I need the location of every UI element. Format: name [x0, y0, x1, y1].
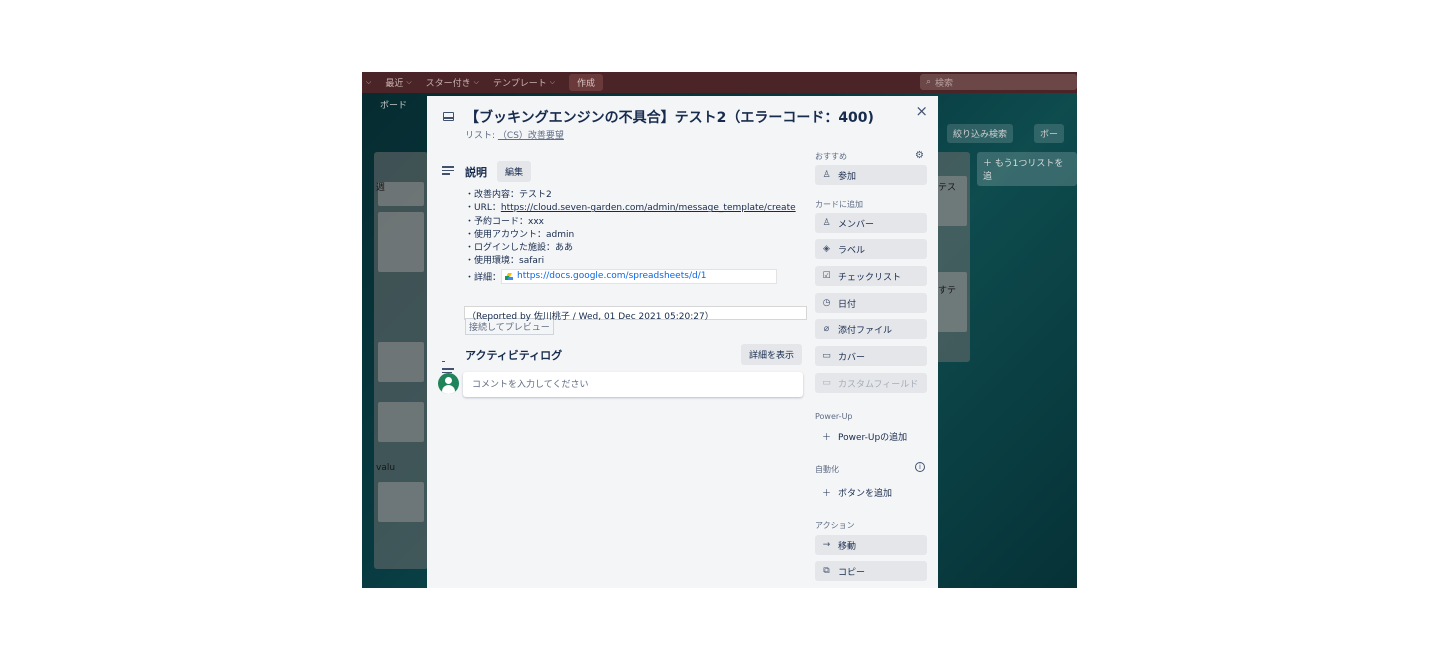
desc-line-detail: ・詳細： https://docs.google.com/spreadsheets…: [465, 268, 796, 285]
top-nav-bar: ⌵ 最近 ⌵ スター付き ⌵ テンプレート ⌵ 作成 ⌕ 検索: [362, 72, 1077, 93]
desc-line: ・使用環境：safari: [465, 256, 545, 267]
search-box[interactable]: ⌕ 検索: [920, 74, 1077, 90]
arrow-right-icon: →: [822, 540, 831, 550]
automation-heading: 自動化: [815, 465, 839, 474]
comment-input[interactable]: [463, 372, 803, 397]
gear-icon[interactable]: ⚙: [915, 150, 924, 161]
tag-icon: ◈: [823, 244, 830, 254]
description-icon: [442, 166, 454, 176]
add-powerup-button[interactable]: ＋ Power-Upの追加: [815, 426, 927, 446]
members-button[interactable]: ♙ メンバー: [815, 213, 927, 233]
copy-icon: ⧉: [823, 566, 830, 576]
show-details-button[interactable]: 詳細を表示: [741, 344, 803, 365]
dates-button[interactable]: ◷ 日付: [815, 293, 927, 313]
card-title[interactable]: 【ブッキングエンジンの不具合】テスト2（エラーコード：400): [465, 107, 874, 127]
cover-button[interactable]: ▭ カバー: [815, 346, 927, 366]
reported-by-text: （Reported by 佐川桃子 / Wed, 01 Dec 2021 05:…: [467, 312, 714, 322]
nav-menu-templates[interactable]: テンプレート ⌵: [493, 76, 555, 89]
custom-fields-button: ▭ カスタムフィールド: [815, 373, 927, 393]
search-icon: ⌕: [926, 77, 932, 87]
description-body[interactable]: ・改善内容：テスト2 ・URL：https://cloud.seven-gard…: [465, 189, 796, 285]
custom-field-icon: ▭: [822, 378, 831, 388]
paperclip-icon: ⌀: [823, 324, 830, 334]
copy-button[interactable]: ⧉ コピー: [815, 561, 927, 581]
activity-heading: アクティビティログ: [465, 349, 563, 362]
nav-menu-starred[interactable]: スター付き ⌵: [426, 76, 479, 89]
powerup-heading: Power-Up: [815, 412, 853, 421]
labels-button[interactable]: ◈ ラベル: [815, 239, 927, 259]
suggested-heading: おすすめ: [815, 152, 847, 161]
user-icon: ♙: [822, 218, 831, 228]
add-list-button[interactable]: ＋ もう1つリストを追: [977, 152, 1077, 186]
checkbox-icon: ☑: [822, 271, 831, 281]
card-list-info: リスト: （CS）改善要望: [465, 131, 564, 141]
nav-menu-recent[interactable]: ⌵: [366, 78, 371, 87]
board-menu-button[interactable]: ボー: [1034, 124, 1065, 143]
join-button[interactable]: ♙ 参加: [815, 165, 927, 185]
add-to-card-heading: カードに追加: [815, 200, 863, 209]
desc-line: ・ログインした施設：ああ: [465, 243, 574, 254]
card-icon: [443, 112, 454, 121]
google-doc-link[interactable]: https://docs.google.com/spreadsheets/d/1: [501, 268, 778, 285]
checklist-button[interactable]: ☑ チェックリスト: [815, 266, 927, 286]
url-link[interactable]: https://cloud.seven-garden.com/admin/mes…: [501, 203, 796, 213]
chevron-down-icon: ⌵: [549, 78, 556, 86]
desc-line: ・改善内容：テスト2: [465, 190, 552, 200]
attachment-button[interactable]: ⌀ 添付ファイル: [815, 319, 927, 339]
plus-icon: ＋: [822, 488, 832, 499]
list-link[interactable]: （CS）改善要望: [498, 131, 564, 141]
screenshot-frame: ⌵ 最近 ⌵ スター付き ⌵ テンプレート ⌵ 作成 ⌕ 検索 週 valu テス す…: [362, 72, 1077, 588]
chevron-down-icon: ⌵: [366, 78, 372, 86]
actions-heading: アクション: [815, 521, 855, 530]
activity-icon: [442, 349, 454, 373]
close-icon[interactable]: ×: [915, 104, 928, 119]
user-icon: ♙: [822, 170, 831, 180]
card-detail-modal: × 【ブッキングエンジンの不具合】テスト2（エラーコード：400) リスト: （…: [427, 96, 938, 588]
avatar[interactable]: [438, 373, 459, 394]
plus-icon: ＋: [822, 432, 832, 443]
info-icon[interactable]: i: [915, 462, 925, 472]
board-view-button[interactable]: ボード: [380, 98, 407, 111]
card-cover-icon: ▭: [822, 351, 831, 361]
clock-icon: ◷: [822, 298, 831, 308]
create-button[interactable]: 作成: [569, 74, 604, 91]
desc-line: ・使用アカウント：admin: [465, 229, 575, 240]
nav-menu-recent-label[interactable]: 最近 ⌵: [385, 76, 411, 89]
desc-line: ・予約コード：xxx: [465, 216, 544, 227]
edit-description-button[interactable]: 編集: [497, 161, 532, 182]
description-heading: 説明: [465, 166, 487, 179]
chevron-down-icon: ⌵: [473, 78, 479, 86]
move-button[interactable]: → 移動: [815, 535, 927, 555]
filter-button[interactable]: 絞り込み検索: [947, 124, 1014, 143]
search-placeholder: 検索: [935, 78, 954, 89]
google-drive-icon: [505, 272, 514, 280]
desc-line-url: ・URL：https://cloud.seven-garden.com/admi…: [465, 203, 796, 214]
chevron-down-icon: ⌵: [406, 78, 412, 86]
add-button-button[interactable]: ＋ボタンを追加: [815, 482, 927, 502]
